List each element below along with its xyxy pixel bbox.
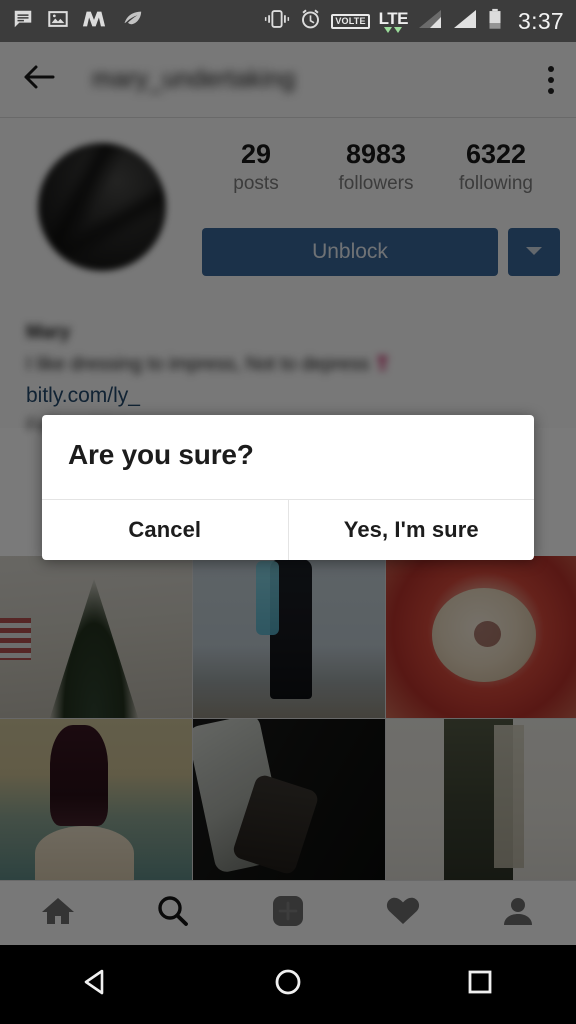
android-back-button[interactable] [0,964,192,1005]
heart-icon [385,895,421,932]
battery-icon [487,8,503,35]
lte-icon: LTE [379,10,409,33]
post-thumbnail-2[interactable] [193,556,385,718]
profile-actions: Unblock [202,228,560,276]
tab-profile[interactable] [461,881,576,945]
status-bar-right-icons: VOLTE LTE 3:37 [264,8,564,35]
android-navigation-bar [0,945,576,1024]
tab-search[interactable] [115,881,230,945]
home-icon [40,895,76,932]
bottom-tab-bar [0,880,576,945]
cancel-button[interactable]: Cancel [42,500,288,560]
bio-emoji-icon: ❣ [374,354,391,375]
bio-display-name: Mary [26,322,71,343]
confirm-button[interactable]: Yes, I'm sure [289,500,535,560]
dialog-actions: Cancel Yes, I'm sure [42,500,534,560]
tab-add-post[interactable] [230,881,345,945]
stat-posts-count: 29 [240,139,272,169]
android-home-button[interactable] [192,964,384,1005]
status-bar-clock: 3:37 [518,7,564,34]
phone-screen: VOLTE LTE 3:37 mary_undertaking 29 posts… [0,0,576,1024]
page-title: mary_undertaking [92,65,296,93]
add-post-icon [270,894,306,933]
back-arrow-icon[interactable] [22,62,56,97]
profile-stats: 29 posts 8983 followers 6322 following [196,138,556,196]
stat-following[interactable]: 6322 following [436,138,556,196]
vibrate-icon [264,8,290,35]
overflow-menu-icon[interactable] [548,65,554,94]
feather-icon [119,8,143,35]
bio-description-text: I like dressing to impress, Not to depre… [26,354,370,375]
post-thumbnail-3[interactable] [386,556,576,718]
profile-bio: Mary I like dressing to impress, Not to … [0,308,576,435]
app-bar: mary_undertaking [0,42,576,118]
search-icon [155,894,191,933]
status-bar: VOLTE LTE 3:37 [0,0,576,42]
signal-1-icon [417,8,443,35]
signal-2-icon [452,8,478,35]
bio-description: I like dressing to impress, Not to depre… [26,353,550,376]
volte-icon: VOLTE [331,13,370,29]
post-thumbnail-5[interactable] [193,719,385,881]
unblock-button[interactable]: Unblock [202,228,498,276]
post-thumbnail-6[interactable] [386,719,576,881]
m-logo-icon [82,8,106,35]
confirmation-dialog: Are you sure? Cancel Yes, I'm sure [42,415,534,560]
photo-icon [47,8,69,35]
post-thumbnail-4[interactable] [0,719,192,881]
stat-posts-label: posts [233,172,279,194]
post-thumbnail-1[interactable] [0,556,192,718]
avatar[interactable] [38,143,166,271]
profile-icon [501,895,535,932]
recents-square-icon [462,964,498,1005]
android-recents-button[interactable] [384,964,576,1005]
status-bar-left-icons [12,8,143,35]
tab-activity[interactable] [346,881,461,945]
stat-following-label: following [459,172,533,194]
post-grid [0,556,576,881]
stat-followers[interactable]: 8983 followers [316,138,436,196]
bio-website-link[interactable]: bitly.com/ly_ [26,384,140,408]
alarm-icon [299,8,322,35]
home-circle-icon [270,964,306,1005]
chevron-down-icon [524,244,544,260]
stat-following-count: 6322 [465,139,527,169]
stat-followers-label: followers [338,172,414,194]
back-triangle-icon [78,964,114,1005]
stat-posts[interactable]: 29 posts [196,138,316,196]
profile-options-dropdown-button[interactable] [508,228,560,276]
profile-header: 29 posts 8983 followers 6322 following U… [0,118,576,308]
message-icon [12,8,34,35]
stat-followers-count: 8983 [345,139,407,169]
tab-home[interactable] [0,881,115,945]
dialog-title: Are you sure? [68,439,254,470]
